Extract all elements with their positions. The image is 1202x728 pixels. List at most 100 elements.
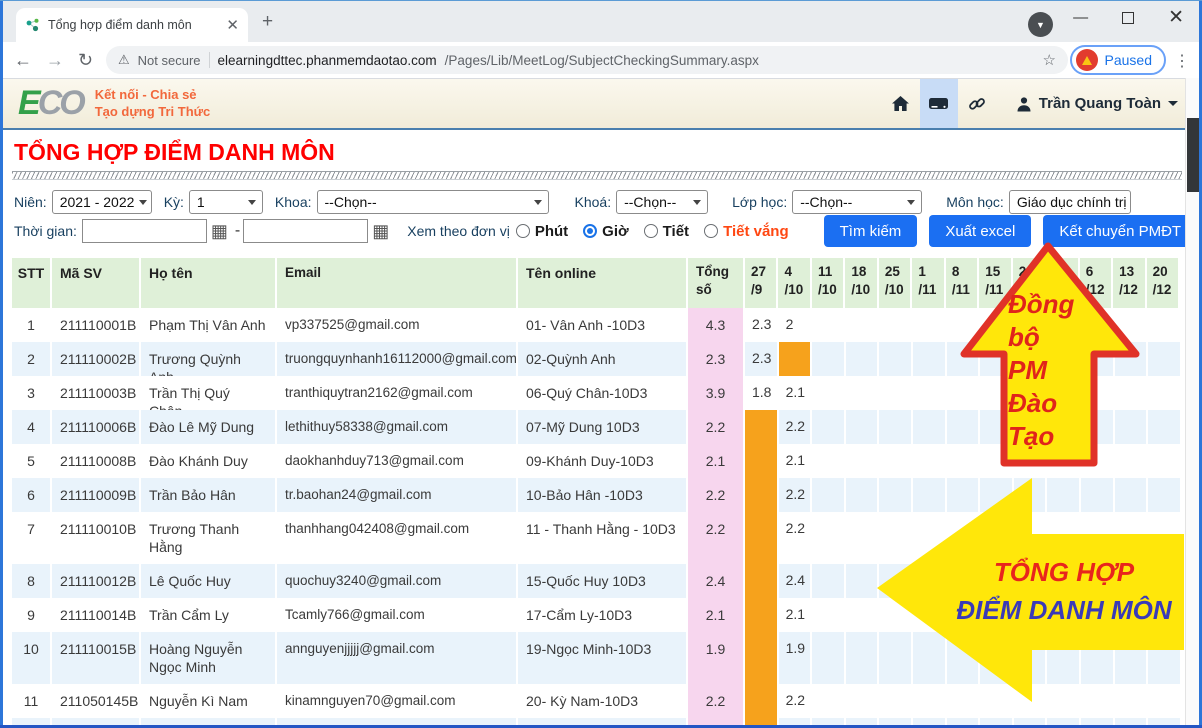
divider — [209, 52, 210, 68]
column-header-hoten: Họ tên — [141, 258, 277, 308]
cell-tenonline: 15-Quốc Huy 10D3 — [518, 564, 688, 598]
attendance-cell — [812, 410, 846, 444]
back-icon[interactable]: ← — [14, 50, 32, 71]
maximize-button[interactable] — [1122, 12, 1134, 24]
cell-tenonline: 10-Bảo Hân -10D3 — [518, 478, 688, 512]
attendance-cell — [779, 342, 813, 376]
annotation-arrow-left-text: TỔNG HỢP ĐIỂM DANH MÔN — [938, 553, 1190, 629]
radio-label: Phút — [535, 223, 568, 240]
annotation-line: Tạo — [1008, 420, 1098, 453]
unit-radio-giờ[interactable]: Giờ — [583, 223, 629, 240]
cell-stt: 7 — [12, 512, 52, 564]
eco-logo[interactable]: ECO — [18, 84, 83, 123]
nien-select[interactable]: 2021 - 2022 — [52, 190, 152, 214]
annotation-line: ĐIỂM DANH MÔN — [938, 591, 1190, 629]
tab-favicon — [25, 17, 41, 33]
date-column-header: 4/10 — [778, 258, 811, 308]
time-from-input[interactable] — [82, 219, 207, 243]
cell-masv: 211110010B — [52, 512, 141, 564]
cell-tongso: 2.2 — [688, 410, 745, 444]
window-border-left — [0, 0, 3, 728]
cell-tongso: 2.2 — [688, 684, 745, 718]
annotation-line: PM — [1008, 354, 1098, 387]
column-header-stt: STT — [12, 258, 52, 308]
date-column-header: 11/10 — [812, 258, 845, 308]
cell-tenonline: 02-Quỳnh Anh — [518, 342, 688, 376]
cell-tongso: 2.1 — [688, 444, 745, 478]
monhoc-select[interactable]: Giáo dục chính trị - — [1009, 190, 1131, 214]
user-icon — [1016, 96, 1032, 112]
drive-icon[interactable] — [920, 79, 958, 128]
attendance-cell — [846, 342, 880, 376]
date-column-header: 25/10 — [879, 258, 912, 308]
media-control-button[interactable]: ▼ — [1028, 12, 1053, 37]
thoigian-label: Thời gian: — [14, 223, 77, 239]
tab-close-icon[interactable]: ✕ — [226, 18, 239, 33]
attendance-cell — [913, 376, 947, 410]
cell-hoten: Trần Bảo Hân — [141, 478, 277, 512]
attendance-cell — [1148, 376, 1182, 410]
cell-email: annguyenjjjjj@gmail.com — [277, 632, 518, 684]
url-host: elearningdttec.phanmemdaotao.com — [218, 53, 437, 68]
reload-icon[interactable]: ↻ — [78, 50, 93, 71]
attendance-cell — [879, 342, 913, 376]
attendance-cell — [846, 410, 880, 444]
browser-menu-icon[interactable]: ⋮ — [1174, 51, 1190, 71]
lophoc-select[interactable]: --Chọn-- — [792, 190, 922, 214]
cell-tongso: 1.9 — [688, 632, 745, 684]
forward-icon[interactable]: → — [46, 50, 64, 71]
browser-tab[interactable]: Tổng hợp điểm danh môn ✕ — [16, 8, 248, 42]
attendance-cell — [745, 512, 779, 564]
cell-tongso: 2.2 — [688, 512, 745, 564]
ky-label: Kỳ: — [164, 194, 184, 210]
cell-hoten: Trần Cẩm Ly — [141, 598, 277, 632]
bookmark-star-icon[interactable]: ☆ — [1043, 51, 1056, 69]
attendance-cell — [745, 410, 779, 444]
cell-masv: 211110002B — [52, 342, 141, 376]
cell-tenonline: 06-Quý Chân-10D3 — [518, 376, 688, 410]
unit-radio-tiết[interactable]: Tiết — [644, 223, 689, 240]
home-icon[interactable] — [882, 79, 920, 128]
unit-radio-phút[interactable]: Phút — [516, 223, 568, 240]
unit-radio-tiết-vắng[interactable]: Tiết vắng — [704, 223, 789, 240]
cell-stt: 3 — [12, 376, 52, 410]
cell-stt: 8 — [12, 564, 52, 598]
close-button[interactable]: ✕ — [1168, 6, 1184, 29]
profile-avatar — [1076, 49, 1098, 71]
cell-masv: 211110009B — [52, 478, 141, 512]
annotation-line: TỔNG HỢP — [938, 553, 1190, 591]
attendance-cell — [812, 512, 846, 564]
attendance-cell: 1.8 — [745, 376, 779, 410]
cell-tenonline: 11 - Thanh Hằng - 10D3 — [518, 512, 688, 564]
radio-icon — [516, 224, 530, 238]
new-tab-button[interactable]: + — [262, 11, 273, 33]
calendar-to-icon[interactable]: ▦ — [372, 222, 389, 240]
paused-extension-badge[interactable]: Paused — [1070, 45, 1166, 75]
cell-email: thanhhang042408@gmail.com — [277, 512, 518, 564]
cell-tenonline: 07-Mỹ Dung 10D3 — [518, 410, 688, 444]
scrollbar-thumb[interactable] — [1187, 118, 1199, 192]
khoa2-select[interactable]: --Chọn-- — [616, 190, 708, 214]
cell-stt: 10 — [12, 632, 52, 684]
attendance-cell: 2.1 — [779, 598, 813, 632]
cell-tongso: 3.9 — [688, 376, 745, 410]
time-to-input[interactable] — [243, 219, 368, 243]
user-menu[interactable]: Trần Quang Toàn — [1016, 95, 1178, 112]
address-bar[interactable]: ⚠ Not secure elearningdttec.phanmemdaota… — [106, 46, 1068, 74]
paused-label: Paused — [1105, 52, 1152, 68]
link-icon[interactable] — [958, 79, 996, 128]
khoa-select[interactable]: --Chọn-- — [317, 190, 549, 214]
column-header-masv: Mã SV — [52, 258, 141, 308]
cell-email: Tcamly766@gmail.com — [277, 598, 518, 632]
cell-hoten: Trương Thanh Hằng — [141, 512, 277, 564]
ky-select[interactable]: 1 — [189, 190, 263, 214]
attendance-cell: 2.3 — [745, 342, 779, 376]
filter-row-1: Niên: 2021 - 2022 Kỳ: 1 Khoa: --Chọn-- K… — [14, 189, 1131, 215]
search-button[interactable]: Tìm kiếm — [824, 215, 918, 247]
cell-hoten: Đào Lê Mỹ Dung — [141, 410, 277, 444]
minimize-button[interactable]: — — [1073, 9, 1088, 26]
attendance-cell — [812, 342, 846, 376]
calendar-from-icon[interactable]: ▦ — [211, 222, 228, 240]
cell-email: quochuy3240@gmail.com — [277, 564, 518, 598]
user-name: Trần Quang Toàn — [1039, 95, 1161, 112]
